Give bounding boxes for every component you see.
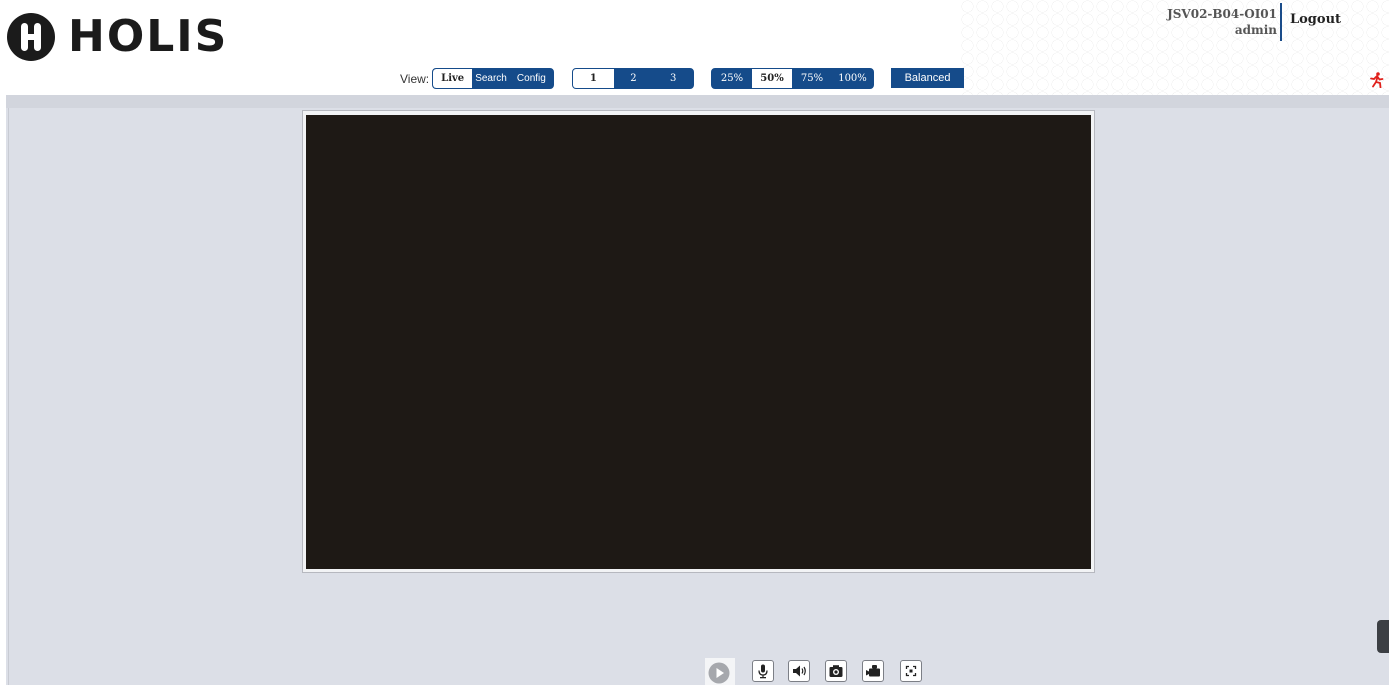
snapshot-icon [829,665,843,677]
stream-selector: 1 2 3 [572,68,694,89]
zoom-25-button[interactable]: 25% [712,69,752,88]
holis-logo-icon [7,13,55,61]
stream-2-button[interactable]: 2 [614,69,654,88]
record-icon [866,665,880,677]
fullscreen-icon [905,665,917,677]
speaker-button[interactable] [788,660,810,682]
microphone-button[interactable] [752,660,774,682]
stream-1-button[interactable]: 1 [573,69,614,88]
zoom-50-button[interactable]: 50% [752,69,792,88]
zoom-100-button[interactable]: 100% [832,69,873,88]
side-panel-toggle[interactable] [1377,620,1389,653]
content-left-edge [8,108,9,685]
motion-alarm-icon [1370,72,1384,88]
record-button[interactable] [862,660,884,682]
logout-button[interactable]: Logout [1290,12,1341,27]
view-label: View: [400,72,430,86]
content-top-band [6,95,1389,108]
zoom-selector: 25% 50% 75% 100% [711,68,874,89]
video-player[interactable] [306,115,1091,569]
device-info: JSV02-B04-OI01 admin [1167,6,1277,38]
current-user: admin [1234,23,1277,37]
snapshot-button[interactable] [825,660,847,682]
tab-search[interactable]: Search [472,69,509,88]
tab-config[interactable]: Config [510,69,553,88]
tab-live[interactable]: Live [433,69,473,88]
quality-balanced-button[interactable]: Balanced [891,68,964,88]
stream-3-button[interactable]: 3 [653,69,693,88]
zoom-75-button[interactable]: 75% [792,69,832,88]
brand-logo: HOLIS [6,12,228,62]
speaker-icon [793,665,806,677]
view-tabs: Live Search Config [432,68,554,89]
header-divider [1280,3,1282,41]
brand-name: HOLIS [68,11,229,62]
fullscreen-button[interactable] [900,660,922,682]
play-icon[interactable] [708,662,730,684]
microphone-icon [758,664,768,679]
device-name: JSV02-B04-OI01 [1167,7,1277,21]
